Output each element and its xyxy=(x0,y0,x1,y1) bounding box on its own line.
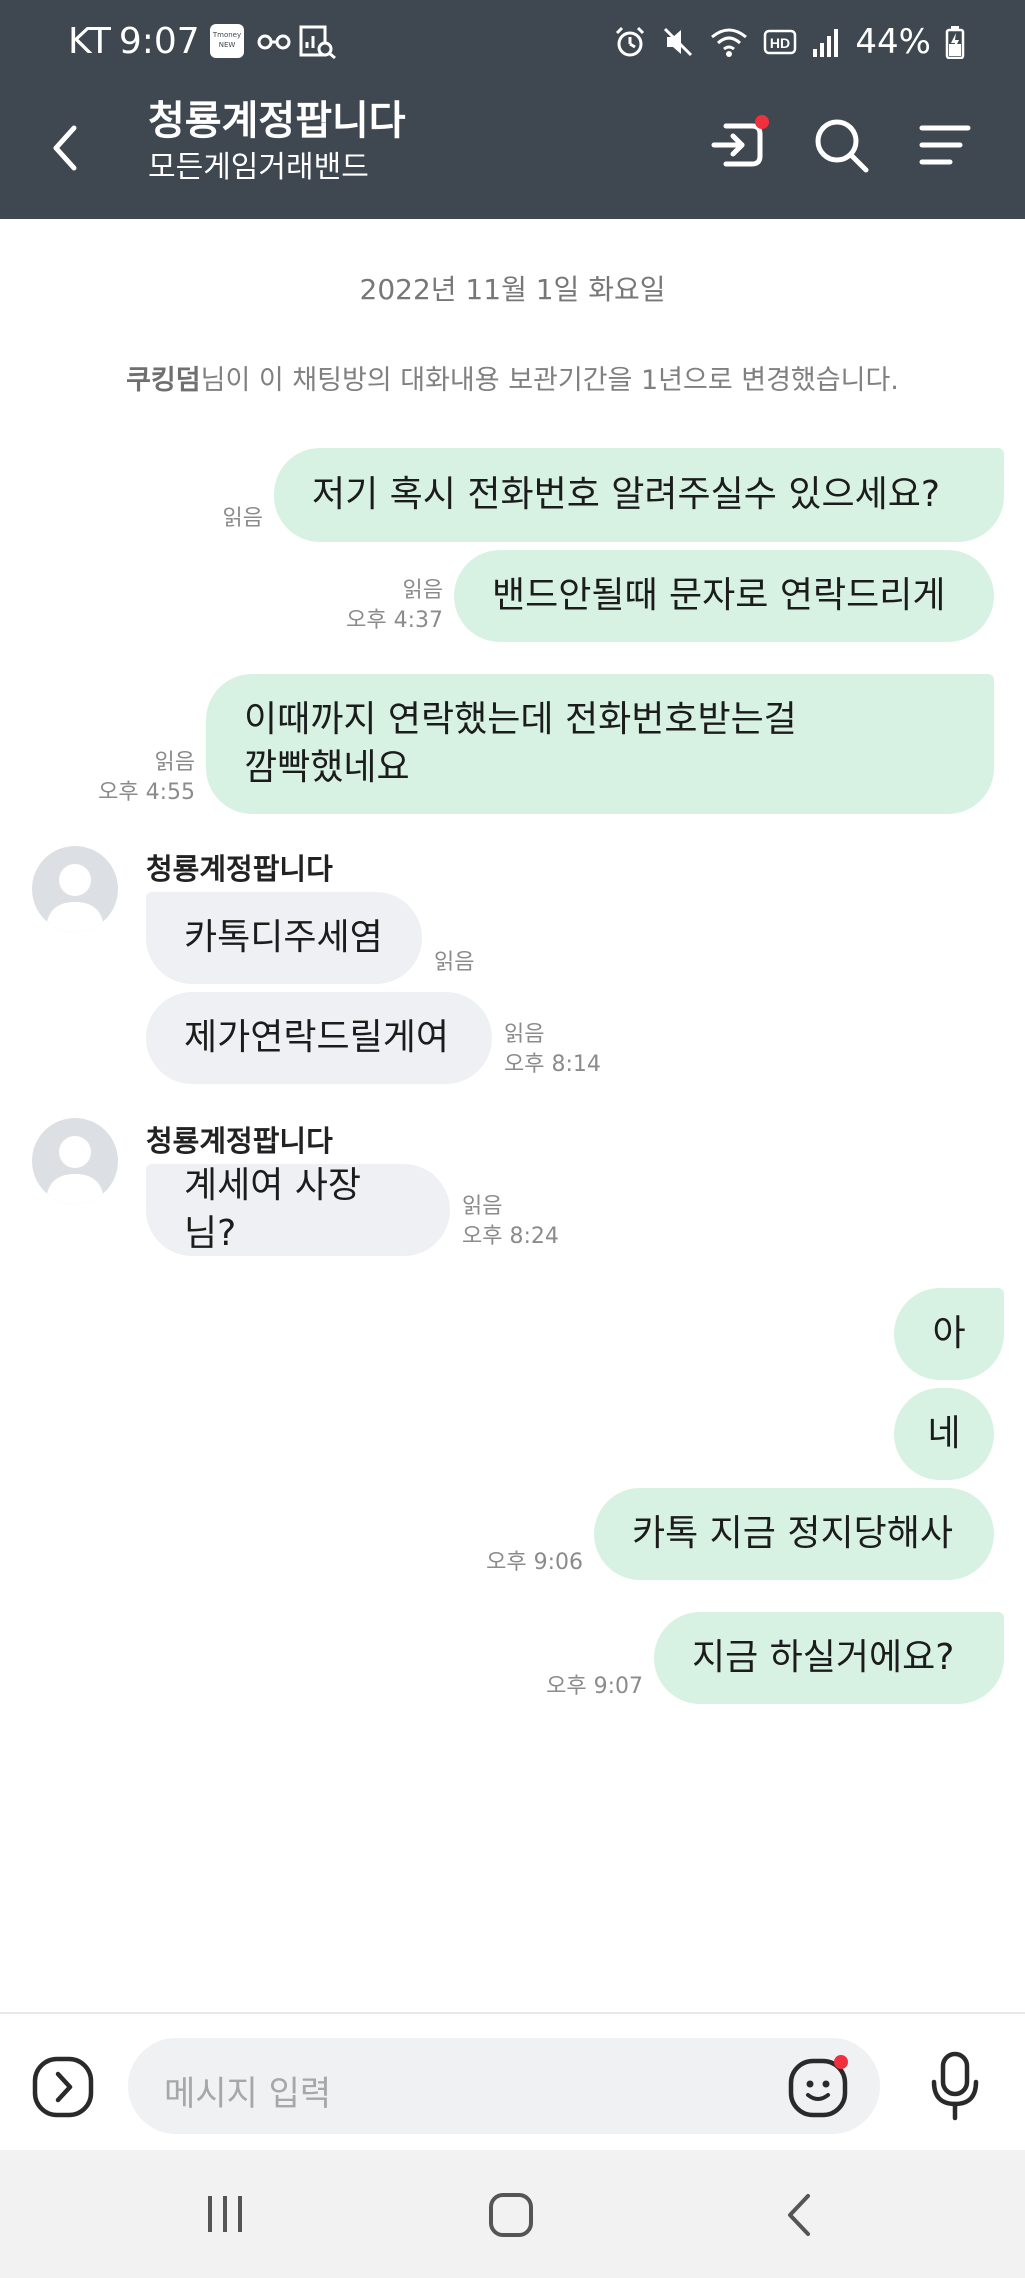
my-message-bubble[interactable]: 지금 하실거에요? xyxy=(654,1612,1004,1704)
message-text: 지금 하실거에요? xyxy=(692,1637,955,1678)
default-profile-icon xyxy=(46,1136,104,1204)
band-enter-icon[interactable] xyxy=(704,110,774,180)
carrier-label: KT xyxy=(68,21,111,62)
message-text-line2: 깜빡했네요 xyxy=(244,747,410,788)
system-navigation-bar xyxy=(0,2150,1025,2278)
message-text: 네 xyxy=(927,1413,961,1454)
menu-icon[interactable] xyxy=(910,110,980,180)
signal-icon xyxy=(813,29,839,57)
message-text: 제가연락드릴게여 xyxy=(184,1017,449,1058)
link-icon xyxy=(257,34,291,50)
emoticon-icon[interactable] xyxy=(784,2052,854,2122)
sender-name: 청룡계정팝니다 xyxy=(146,1124,333,1158)
message-time: 오후 8:14 xyxy=(504,1052,601,1077)
avatar[interactable] xyxy=(32,846,118,932)
expand-menu-icon[interactable] xyxy=(30,2054,96,2120)
back-arrow-icon[interactable] xyxy=(40,118,90,178)
search-icon[interactable] xyxy=(806,110,876,180)
message-read-status: 읽음 xyxy=(462,1194,503,1219)
message-input[interactable]: 메시지 입력 xyxy=(128,2038,880,2134)
top-bar: KT9:07 Tmoney NEW HD 44% 청룡계정팝니다 모든게임거래 xyxy=(0,0,1025,219)
my-message-bubble[interactable]: 아 xyxy=(894,1288,1004,1380)
avatar[interactable] xyxy=(32,1118,118,1204)
notice-text: 님이 이 채팅방의 대화내용 보관기간을 1년으로 변경했습니다. xyxy=(200,365,899,396)
message-read-status: 읽음 xyxy=(222,506,263,531)
tmoney-label: Tmoney xyxy=(212,31,242,39)
my-message-bubble[interactable]: 밴드안될때 문자로 연락드리게 xyxy=(454,550,994,642)
default-profile-icon xyxy=(46,864,104,932)
message-text: 카톡디주세염 xyxy=(184,917,383,958)
my-message-bubble[interactable]: 카톡 지금 정지당해사 xyxy=(594,1488,994,1580)
my-message-bubble[interactable]: 네 xyxy=(894,1388,994,1480)
message-input-bar: 메시지 입력 xyxy=(0,2012,1025,2150)
message-text: 계세여 사장님? xyxy=(184,1165,362,1254)
message-text: 저기 혹시 전화번호 알려주실수 있으세요? xyxy=(312,474,940,515)
data-usage-icon xyxy=(299,25,336,60)
message-time: 오후 9:06 xyxy=(486,1550,583,1575)
other-message-bubble[interactable]: 계세여 사장님? xyxy=(146,1164,450,1256)
message-text: 아 xyxy=(932,1313,966,1354)
svg-text:HD: HD xyxy=(770,35,790,51)
message-read-status: 읽음 xyxy=(402,578,443,603)
message-read-status: 읽음 xyxy=(434,950,475,975)
tmoney-new-label: NEW xyxy=(218,41,236,49)
recent-apps-icon[interactable] xyxy=(200,2190,250,2238)
my-message-bubble[interactable]: 이때까지 연락했는데 전화번호받는걸 깜빡했네요 xyxy=(206,674,994,814)
message-time: 오후 9:07 xyxy=(546,1674,643,1699)
hd-voice-icon: HD xyxy=(764,29,797,55)
chat-header: 청룡계정팝니다 모든게임거래밴드 xyxy=(0,84,1025,219)
alarm-icon xyxy=(616,26,645,57)
wifi-icon xyxy=(711,28,748,57)
message-time: 오후 8:24 xyxy=(462,1224,559,1249)
my-message-bubble[interactable]: 저기 혹시 전화번호 알려주실수 있으세요? xyxy=(274,448,1004,542)
status-right: HD 44% xyxy=(613,20,965,64)
home-icon[interactable] xyxy=(486,2190,536,2240)
chat-title: 청룡계정팝니다 xyxy=(148,98,406,144)
status-bar: KT 9:07 Tmoney NEW HD 44% xyxy=(0,0,1025,84)
battery-charging-icon xyxy=(945,26,965,59)
date-divider: 2022년 11월 1일 화요일 xyxy=(359,273,666,306)
message-text-line1: 이때까지 연락했는데 전화번호받는걸 xyxy=(244,699,797,740)
microphone-icon[interactable] xyxy=(926,2050,984,2122)
mute-icon xyxy=(664,27,693,57)
message-read-status: 읽음 xyxy=(504,1022,545,1047)
chat-subtitle: 모든게임거래밴드 xyxy=(148,150,369,185)
message-input-placeholder: 메시지 입력 xyxy=(164,2074,332,2114)
system-notice: 쿠킹덤님이 이 채팅방의 대화내용 보관기간을 1년으로 변경했습니다. xyxy=(0,358,1025,397)
message-time: 오후 4:55 xyxy=(98,780,195,805)
message-time: 오후 4:37 xyxy=(346,608,443,633)
message-text: 카톡 지금 정지당해사 xyxy=(632,1513,953,1554)
nav-back-icon[interactable] xyxy=(776,2190,826,2240)
other-message-bubble[interactable]: 제가연락드릴게여 xyxy=(146,992,492,1084)
other-message-bubble[interactable]: 카톡디주세염 xyxy=(146,892,422,984)
message-read-status: 읽음 xyxy=(154,750,195,775)
notice-user: 쿠킹덤 xyxy=(126,365,201,396)
tmoney-app-icon: Tmoney NEW xyxy=(210,24,246,60)
clock: 9:07 xyxy=(118,21,200,62)
sender-name: 청룡계정팝니다 xyxy=(146,852,333,886)
battery-percent: 44% xyxy=(855,22,931,62)
status-carrier-time: KT 9:07 xyxy=(68,20,200,64)
message-text: 밴드안될때 문자로 연락드리게 xyxy=(492,575,946,616)
